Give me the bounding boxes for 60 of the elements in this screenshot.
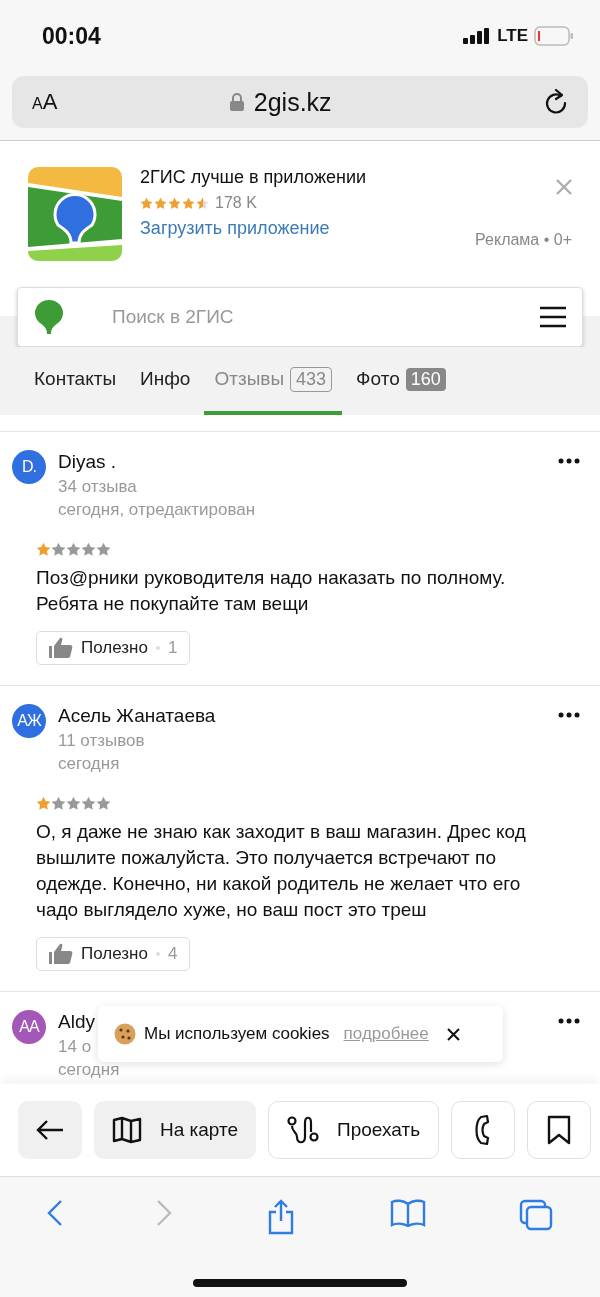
reviewer-name: Diyas . xyxy=(58,450,117,474)
cookie-icon xyxy=(114,1023,136,1045)
review-date: сегодня xyxy=(58,754,120,774)
tabs-icon[interactable] xyxy=(519,1199,554,1231)
route-button[interactable]: Проехать xyxy=(268,1101,440,1159)
reviewer-name: Асель Жанатаева xyxy=(58,704,216,728)
close-icon[interactable] xyxy=(446,1027,460,1041)
back-button[interactable] xyxy=(18,1101,82,1159)
app-logo-icon xyxy=(28,167,122,261)
address-bar[interactable]: AA 2gis.kz xyxy=(12,76,588,128)
reviewer-name: Aldy xyxy=(58,1010,95,1034)
review-text: Поз@рники руководителя надо наказать по полному. Ребята не покупайте там вещи xyxy=(36,566,507,616)
map-icon xyxy=(112,1116,142,1144)
battery-icon xyxy=(534,26,574,46)
status-time: 00:04 xyxy=(42,22,101,50)
helpful-button[interactable]: Полезно 4 xyxy=(36,937,191,971)
avatar: D. xyxy=(12,450,46,484)
reload-icon[interactable] xyxy=(544,89,568,115)
review-count: 11 отзывов xyxy=(58,731,145,751)
tab[interactable]: Контакты xyxy=(24,347,127,415)
count-badge: 160 xyxy=(405,367,446,391)
review-text: О, я даже не знаю как заходит в ваш магазин. Дрес код вышлите пожалуйста. Это получается встречают по одежде. Конечно, ни какой родитель не желает что его чадо выглядело хуже, но ваш пост это треш xyxy=(36,820,527,922)
more-icon[interactable] xyxy=(558,1018,580,1024)
share-icon[interactable] xyxy=(266,1199,296,1235)
download-link[interactable]: Загрузить приложение xyxy=(140,218,458,239)
url-text: 2gis.kz xyxy=(253,87,332,117)
phone-button[interactable] xyxy=(451,1101,516,1159)
more-icon[interactable] xyxy=(558,712,580,718)
back-icon[interactable] xyxy=(46,1199,63,1227)
review-date: сегодня, отредактирован xyxy=(58,500,256,520)
text-size-button[interactable]: AA xyxy=(32,89,58,115)
thumbs-up-icon xyxy=(49,637,73,659)
ad-title: 2ГИС лучше в приложении xyxy=(140,167,368,188)
bookmarks-icon[interactable] xyxy=(389,1199,426,1227)
avatar: АЖ xyxy=(12,704,46,738)
helpful-button[interactable]: Полезно 1 xyxy=(36,631,191,665)
tree-logo-icon xyxy=(34,300,64,334)
review-date: сегодня xyxy=(58,1060,120,1080)
ad-label: Реклама • 0+ xyxy=(475,231,572,249)
lock-icon xyxy=(229,93,244,111)
thumbs-up-icon xyxy=(49,943,73,965)
review-count: 34 отзыва xyxy=(58,477,137,497)
menu-icon[interactable] xyxy=(540,306,566,328)
more-icon[interactable] xyxy=(558,458,580,464)
cookie-text: Мы используем cookies xyxy=(144,1024,330,1044)
map-button[interactable]: На карте xyxy=(94,1101,257,1159)
signal-icon xyxy=(463,28,492,44)
route-icon xyxy=(287,1115,320,1145)
count-badge: 433 xyxy=(290,366,333,392)
network-label: LTE xyxy=(497,26,528,46)
avatar: AA xyxy=(12,1010,46,1044)
back-arrow-icon xyxy=(36,1119,64,1141)
rating-count: 178 K xyxy=(215,194,257,212)
review-count: 14 о xyxy=(58,1037,92,1057)
bookmark-button[interactable] xyxy=(527,1101,592,1159)
bookmark-icon xyxy=(547,1115,572,1145)
tab[interactable]: Инфо xyxy=(130,347,201,415)
tab[interactable]: Фото 160 xyxy=(346,347,456,415)
search-field[interactable]: Поиск в 2ГИС xyxy=(84,305,520,329)
search-bar[interactable]: Поиск в 2ГИС xyxy=(17,287,583,347)
